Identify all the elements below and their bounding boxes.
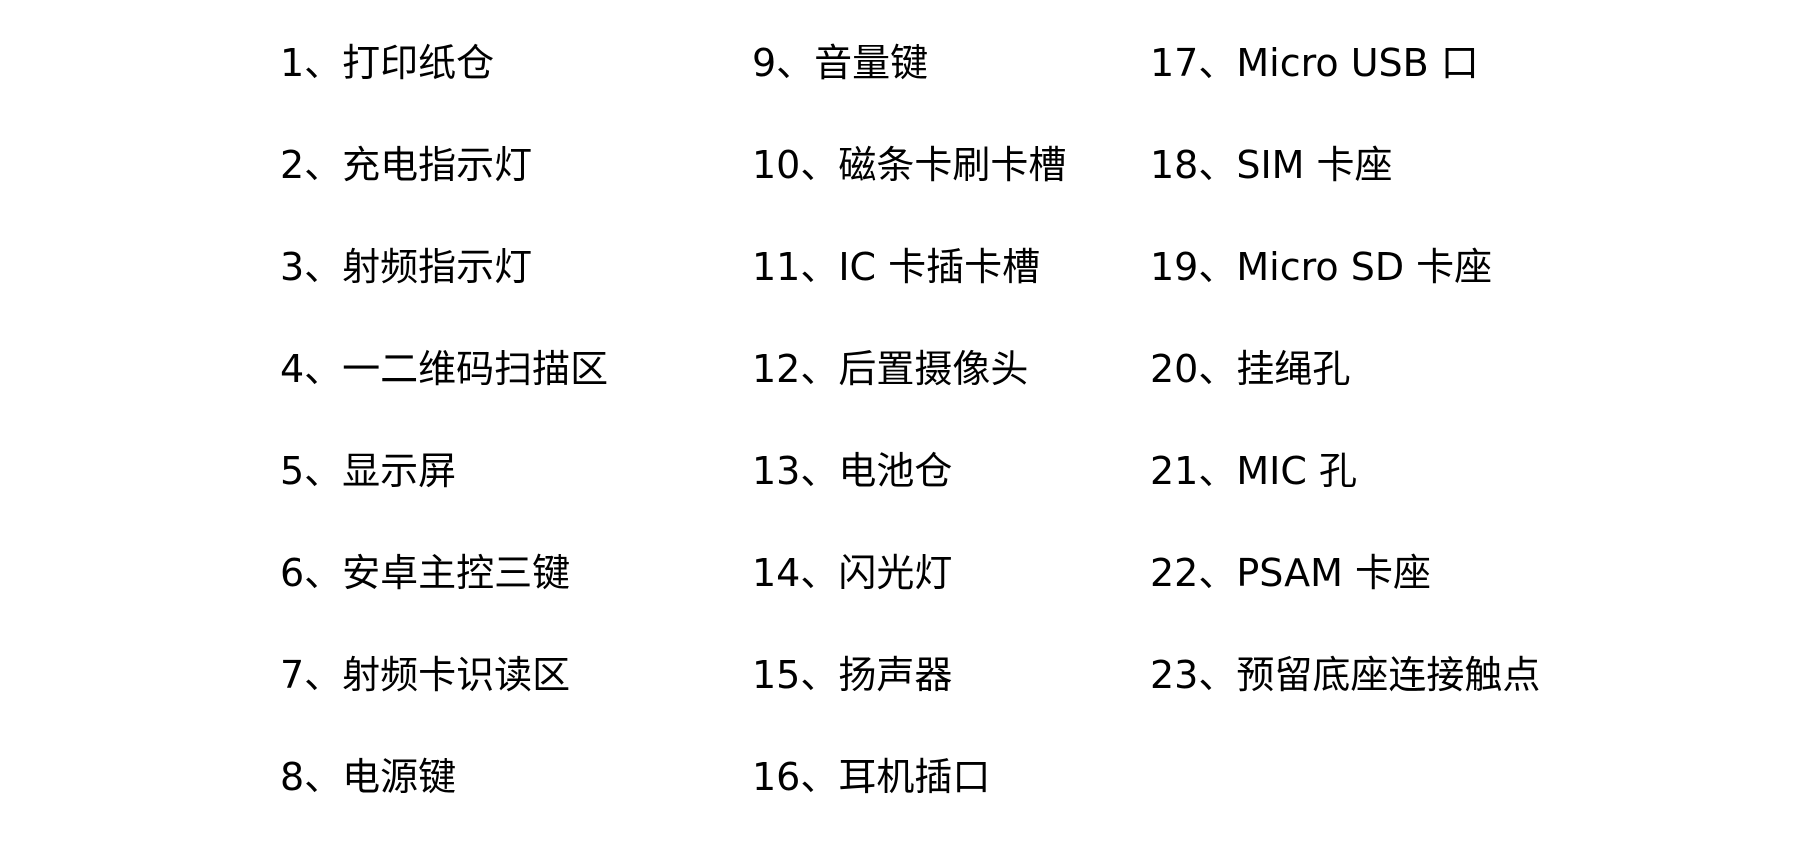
- parts-column-2: 9、音量键 10、磁条卡刷卡槽 11、IC 卡插卡槽 12、后置摄像头 13、电…: [752, 38, 1142, 854]
- list-item: 3、射频指示灯: [280, 245, 533, 289]
- list-item: 1、打印纸仓: [280, 41, 495, 85]
- list-item: 17、Micro USB 口: [1150, 41, 1479, 85]
- list-item: 14、闪光灯: [752, 551, 953, 595]
- list-item: 4、一二维码扫描区: [280, 347, 609, 391]
- list-item: 15、扬声器: [752, 653, 953, 697]
- list-item: 9、音量键: [752, 41, 929, 85]
- list-item: 5、显示屏: [280, 449, 457, 493]
- list-item: 18、SIM 卡座: [1150, 143, 1393, 187]
- list-item: 16、耳机插口: [752, 755, 991, 799]
- list-item: 13、电池仓: [752, 449, 953, 493]
- list-item: 10、磁条卡刷卡槽: [752, 143, 1067, 187]
- list-item: 2、充电指示灯: [280, 143, 533, 187]
- list-item: 20、挂绳孔: [1150, 347, 1351, 391]
- parts-column-3: 17、Micro USB 口 18、SIM 卡座 19、Micro SD 卡座 …: [1150, 38, 1750, 752]
- list-item: 19、Micro SD 卡座: [1150, 245, 1493, 289]
- list-item: 7、射频卡识读区: [280, 653, 571, 697]
- parts-list: 1、打印纸仓 2、充电指示灯 3、射频指示灯 4、一二维码扫描区 5、显示屏 6…: [0, 0, 1794, 828]
- list-item: 12、后置摄像头: [752, 347, 1029, 391]
- list-item: 6、安卓主控三键: [280, 551, 571, 595]
- list-item: 11、IC 卡插卡槽: [752, 245, 1041, 289]
- parts-column-1: 1、打印纸仓 2、充电指示灯 3、射频指示灯 4、一二维码扫描区 5、显示屏 6…: [280, 38, 740, 854]
- list-item: 22、PSAM 卡座: [1150, 551, 1431, 595]
- list-item: 23、预留底座连接触点: [1150, 653, 1541, 697]
- list-item: 21、MIC 孔: [1150, 449, 1357, 493]
- list-item: 8、电源键: [280, 755, 457, 799]
